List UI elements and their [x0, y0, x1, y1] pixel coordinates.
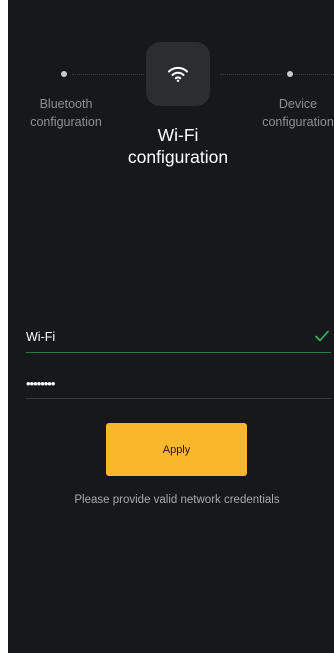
step-dot-bluetooth	[61, 71, 67, 77]
password-field[interactable]: ••••••••	[26, 368, 331, 399]
apply-button[interactable]: Apply	[106, 423, 247, 476]
current-step-icon-box	[146, 42, 210, 106]
apply-button-label: Apply	[162, 443, 191, 456]
step-title-text: Wi-Fi configuration	[127, 125, 229, 167]
step-label-text: Device configuration	[262, 97, 334, 129]
ssid-field[interactable]: Wi-Fi	[26, 322, 331, 353]
step-dot-device	[287, 71, 293, 77]
step-label-bluetooth-configuration: Bluetooth configuration	[16, 95, 116, 131]
ssid-value: Wi-Fi	[26, 330, 56, 344]
step-label-device-configuration: Device configuration	[248, 95, 334, 131]
wifi-configuration-screen: Bluetooth configuration Wi-Fi configurat…	[8, 0, 334, 653]
password-value: ••••••••	[26, 376, 55, 391]
wifi-icon	[168, 66, 188, 82]
stepper-connector	[220, 74, 282, 75]
check-icon	[315, 330, 329, 342]
hint-text: Please provide valid network credentials	[74, 494, 280, 506]
stepper-connector	[72, 74, 144, 75]
setup-stepper: Bluetooth configuration Wi-Fi configurat…	[8, 0, 334, 180]
step-label-text: Bluetooth configuration	[30, 97, 102, 129]
stepper-connector	[295, 74, 334, 75]
credentials-hint: Please provide valid network credentials	[8, 494, 334, 506]
step-title-wifi-configuration: Wi-Fi configuration	[108, 124, 248, 168]
